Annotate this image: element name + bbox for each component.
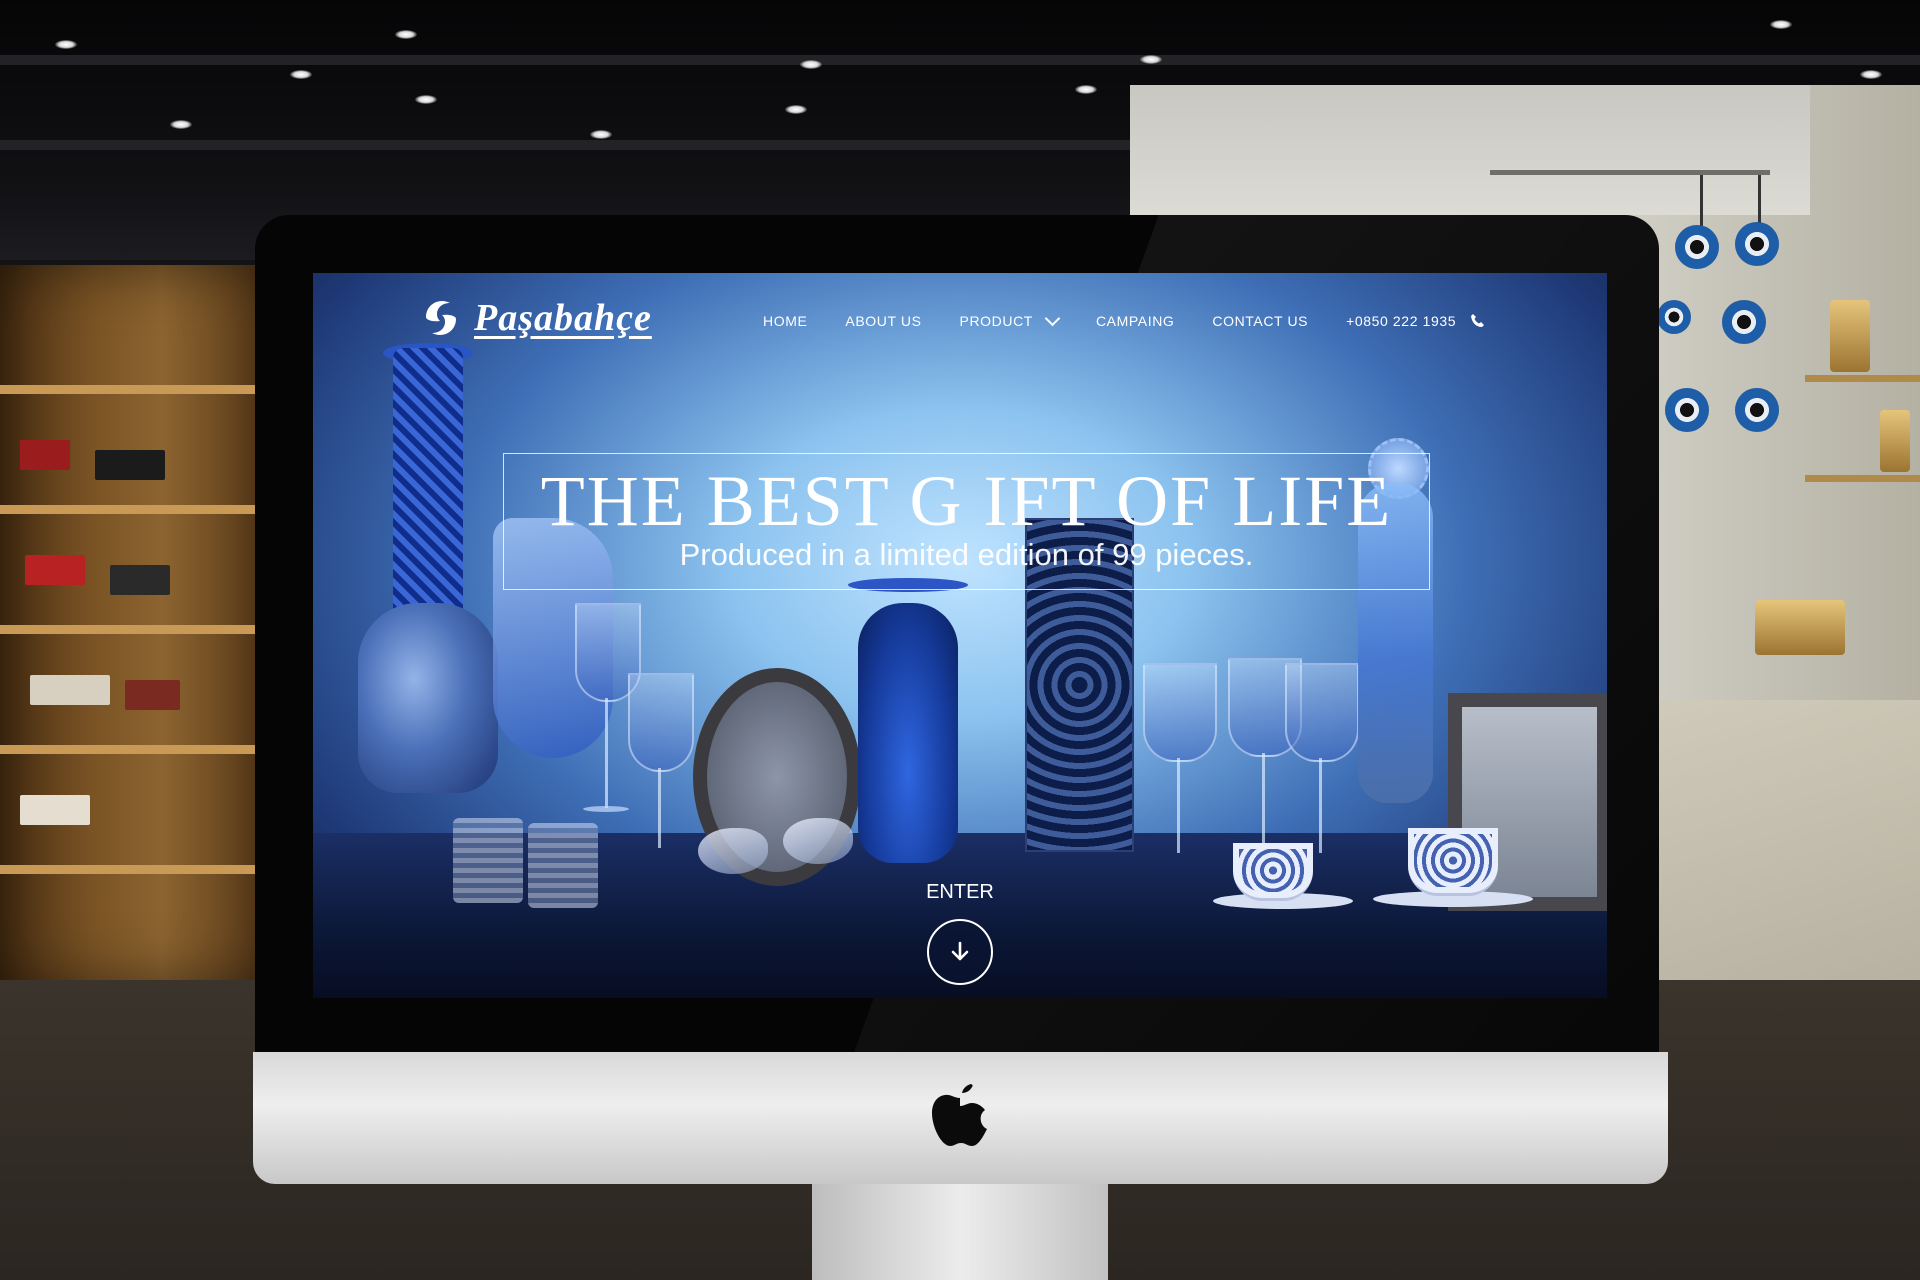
- shelf-board: [0, 385, 270, 394]
- shelf-board: [0, 745, 270, 754]
- imac-stand: [812, 1184, 1108, 1280]
- enter-button[interactable]: [927, 919, 993, 985]
- hero-title: THE BEST G IFT OF LIFE: [540, 461, 1393, 541]
- nav-phone[interactable]: +0850 222 1935: [1346, 313, 1486, 329]
- wine-glass-stem: [1177, 758, 1180, 853]
- shelf-product: [20, 795, 90, 825]
- logo-text: Paşabahçe: [474, 297, 652, 339]
- ceiling-spotlight: [1770, 20, 1792, 29]
- ceiling-spotlight: [800, 60, 822, 69]
- nav-product[interactable]: PRODUCT: [959, 310, 1061, 329]
- vase-body: [358, 603, 498, 793]
- evil-eye-charm: [1735, 222, 1779, 266]
- phone-icon: [1471, 314, 1485, 327]
- shelf-product: [110, 565, 170, 595]
- nav-contact-us-label: CONTACT US: [1212, 313, 1309, 329]
- glass-bird: [783, 818, 853, 864]
- wine-glass-stem: [1319, 758, 1322, 853]
- ceiling-beam: [0, 55, 1920, 65]
- blue-glass-sculpture: [858, 603, 958, 863]
- nav-about-us-label: ABOUT US: [845, 313, 922, 329]
- nav-product-label: PRODUCT: [959, 313, 1033, 329]
- right-wall-header: [1130, 85, 1810, 215]
- patterned-teacup: [1233, 843, 1313, 901]
- patterned-teacup: [1408, 828, 1498, 896]
- tall-patterned-vase: [393, 348, 463, 628]
- wine-glass-foot: [583, 806, 629, 812]
- nav-campaing[interactable]: CAMPAING: [1096, 313, 1174, 329]
- site-logo[interactable]: Paşabahçe: [418, 295, 652, 341]
- wine-glass: [1143, 663, 1217, 762]
- ceiling-spotlight: [55, 40, 77, 49]
- nav-campaing-label: CAMPAING: [1095, 313, 1175, 329]
- nav-about-us[interactable]: ABOUT US: [845, 313, 921, 329]
- phone-number: +0850 222 1935: [1346, 313, 1457, 329]
- hero-subtitle: Produced in a limited edition of 99 piec…: [679, 537, 1254, 572]
- shelf-product: [95, 450, 165, 480]
- shelf-product: [25, 555, 85, 585]
- ceiling-spotlight: [395, 30, 417, 39]
- display-shelf: [1805, 375, 1920, 382]
- shelf-board: [0, 505, 270, 514]
- hero-banner: THE BEST G IFT OF LIFE Produced in a lim…: [503, 453, 1430, 590]
- gold-ornament: [1830, 300, 1870, 372]
- website-screen: Paşabahçe HOME ABOUT US PRODUCT CAMPAING…: [313, 273, 1607, 998]
- evil-eye-rail: [1490, 170, 1770, 175]
- shelf-product: [125, 680, 180, 710]
- nav-contact-us[interactable]: CONTACT US: [1212, 313, 1308, 329]
- arrow-down-icon: [951, 941, 969, 961]
- crystal-tumbler: [453, 818, 523, 903]
- nav-home[interactable]: HOME: [763, 313, 807, 329]
- crystal-tumbler: [528, 823, 598, 908]
- gold-ornament: [1880, 410, 1910, 472]
- ceiling-spotlight: [415, 95, 437, 104]
- shelf-product: [30, 675, 110, 705]
- shelf-product: [20, 440, 70, 470]
- evil-eye-charm: [1735, 388, 1779, 432]
- evil-eye-charm: [1665, 388, 1709, 432]
- ceiling-spotlight: [290, 70, 312, 79]
- wine-glass-stem: [1262, 753, 1265, 853]
- enter-label: ENTER: [926, 881, 994, 903]
- ceiling-spotlight: [1075, 85, 1097, 94]
- nav-home-label: HOME: [763, 313, 808, 329]
- main-navigation: HOME ABOUT US PRODUCT CAMPAING CONTACT U…: [763, 310, 1524, 329]
- evil-eye-charm: [1675, 225, 1719, 269]
- left-wooden-shelves: [0, 265, 270, 985]
- logo-mark-icon: [426, 301, 456, 335]
- ceiling-spotlight: [785, 105, 807, 114]
- gold-ornament: [1755, 600, 1845, 655]
- wine-glass-stem: [658, 768, 661, 848]
- evil-eye-charm: [1722, 300, 1766, 344]
- ceiling-spotlight: [170, 120, 192, 129]
- ceiling-spotlight: [590, 130, 612, 139]
- evil-eye-charm: [1657, 300, 1691, 334]
- shelf-board: [0, 865, 270, 874]
- wine-glass-stem: [605, 698, 608, 808]
- glass-bird: [698, 828, 768, 874]
- ceiling-spotlight: [1140, 55, 1162, 64]
- display-shelf: [1805, 475, 1920, 482]
- shelf-board: [0, 625, 270, 634]
- wine-glass: [1285, 663, 1359, 762]
- ceiling-spotlight: [1860, 70, 1882, 79]
- wine-glass: [628, 673, 694, 772]
- chevron-down-icon: [1044, 310, 1061, 326]
- apple-logo-icon: [932, 1084, 987, 1146]
